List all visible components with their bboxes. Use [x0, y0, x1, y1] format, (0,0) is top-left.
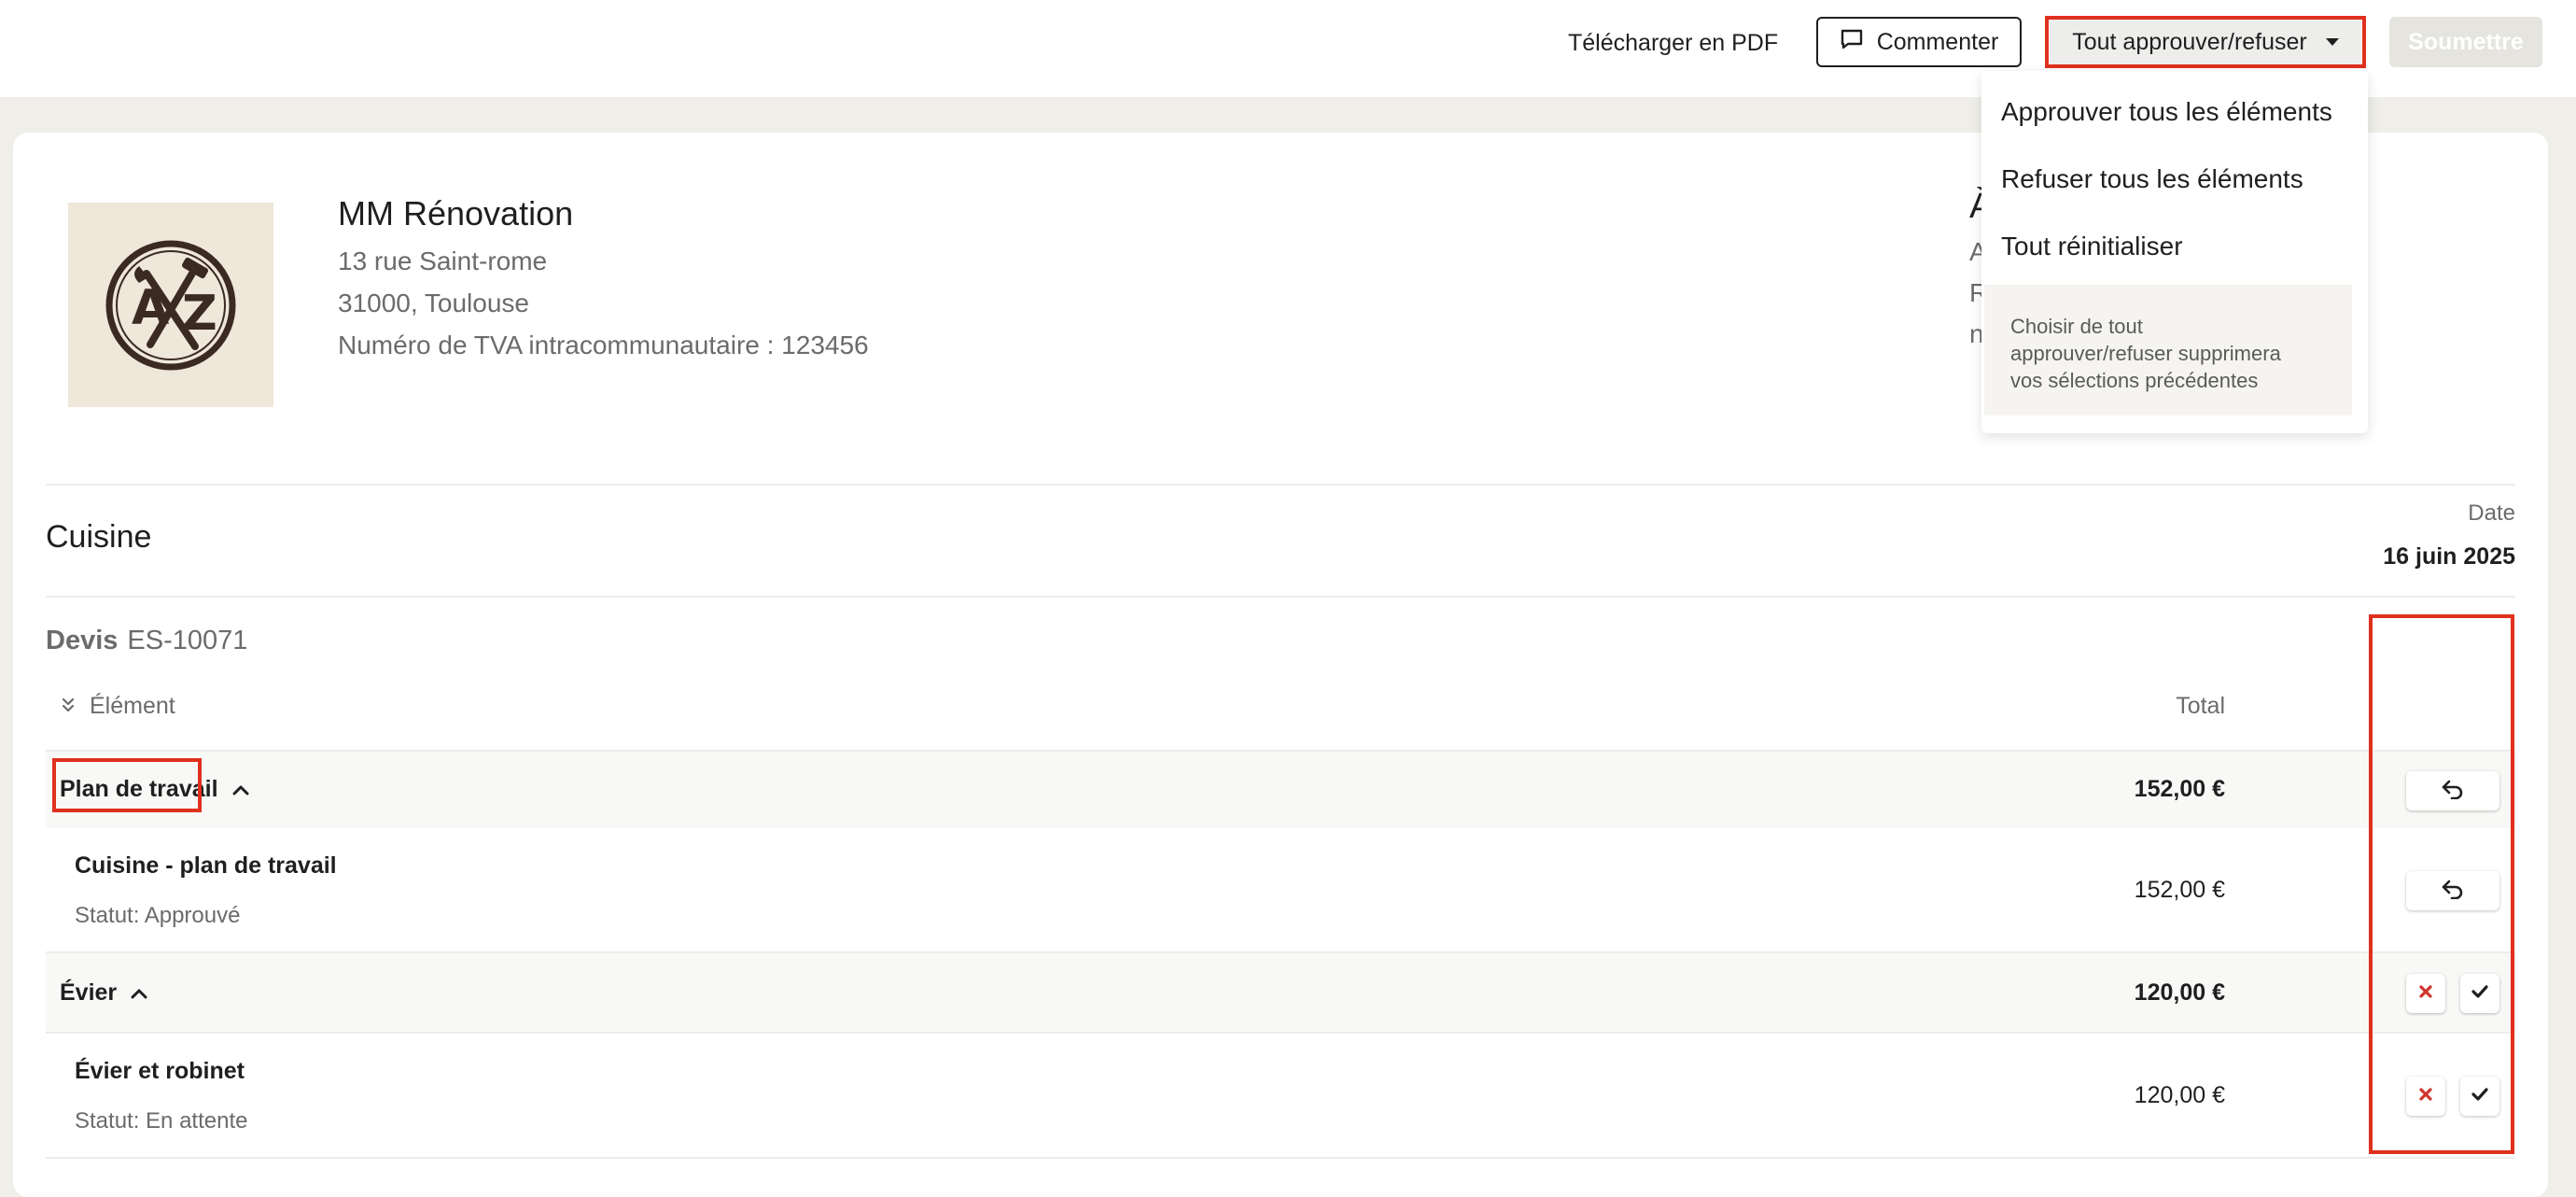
- menu-item-approve-all[interactable]: Approuver tous les éléments: [2001, 97, 2332, 127]
- group-title[interactable]: Plan de travail: [60, 776, 250, 803]
- table-row-item: Cuisine - plan de travail Statut: Approu…: [46, 828, 2515, 953]
- menu-item-reject-all[interactable]: Refuser tous les éléments: [2001, 164, 2303, 194]
- item-title: Évier et robinet: [75, 1058, 245, 1084]
- chevron-up-icon[interactable]: [231, 776, 250, 803]
- reject-x-icon: [2417, 983, 2434, 1005]
- chevron-up-icon[interactable]: [130, 979, 148, 1007]
- approve-reject-all-menu: Approuver tous les éléments Refuser tous…: [1981, 71, 2368, 433]
- column-header-element-label: Élément: [90, 693, 175, 719]
- undo-icon: [2441, 779, 2465, 804]
- approve-check-icon: [2471, 983, 2489, 1005]
- caret-down-icon: [2325, 38, 2339, 46]
- section-title: Cuisine: [46, 519, 152, 555]
- undo-button[interactable]: [2406, 871, 2499, 910]
- column-header-total: Total: [2176, 693, 2225, 719]
- table-row-item: Évier et robinet Statut: En attente 120,…: [46, 1034, 2515, 1159]
- quote-label: Devis: [46, 626, 119, 655]
- company-address-line2: 31000, Toulouse: [338, 289, 529, 317]
- reject-x-icon: [2417, 1086, 2434, 1107]
- column-header-element[interactable]: Élément: [60, 693, 175, 720]
- quote-number: Devis ES-10071: [46, 626, 247, 656]
- download-pdf-link[interactable]: Télécharger en PDF: [1568, 24, 1778, 62]
- undo-icon: [2441, 879, 2465, 904]
- row-amount: 152,00 €: [2134, 776, 2225, 802]
- row-amount: 120,00 €: [2134, 979, 2225, 1006]
- company-address-line1: 13 rue Saint-rome: [338, 246, 548, 275]
- menu-warning-line2: approuver/refuser supprimera: [2010, 342, 2281, 365]
- menu-warning-line3: vos sélections précédentes: [2010, 369, 2259, 392]
- menu-warning-line1: Choisir de tout: [2010, 315, 2143, 338]
- comment-button[interactable]: Commenter: [1816, 17, 2022, 67]
- undo-button[interactable]: [2406, 771, 2499, 810]
- group-title[interactable]: Évier: [60, 979, 148, 1007]
- date-label: Date: [2468, 500, 2515, 526]
- group-title-label: Évier: [60, 979, 118, 1006]
- approve-reject-all-label: Tout approuver/refuser: [2072, 28, 2307, 55]
- item-status: Statut: Approuvé: [75, 903, 241, 928]
- table-row-group: Évier 120,00 €: [46, 953, 2515, 1034]
- menu-warning-note: Choisir de tout approuver/refuser suppri…: [1984, 285, 2352, 415]
- approve-button[interactable]: [2460, 1077, 2499, 1116]
- row-amount: 152,00 €: [2134, 877, 2225, 903]
- row-amount: 120,00 €: [2134, 1082, 2225, 1108]
- comment-button-label: Commenter: [1876, 28, 1999, 55]
- table-row-group: Plan de travail 152,00 €: [46, 750, 2515, 828]
- expand-all-icon[interactable]: [60, 693, 77, 720]
- group-title-label: Plan de travail: [60, 776, 218, 802]
- item-title: Cuisine - plan de travail: [75, 852, 337, 879]
- company-name: MM Rénovation: [338, 194, 574, 232]
- company-vat: Numéro de TVA intracommunautaire : 12345…: [338, 331, 869, 359]
- date-value: 16 juin 2025: [2383, 543, 2515, 570]
- comment-icon: [1840, 28, 1864, 57]
- reject-button[interactable]: [2406, 974, 2445, 1013]
- approve-check-icon: [2471, 1086, 2489, 1107]
- approve-button[interactable]: [2460, 974, 2499, 1013]
- company-logo: A Z: [68, 203, 273, 407]
- reject-button[interactable]: [2406, 1077, 2445, 1116]
- approve-reject-all-button[interactable]: Tout approuver/refuser: [2050, 19, 2361, 65]
- quote-number-value: ES-10071: [127, 626, 248, 655]
- menu-item-reset-all[interactable]: Tout réinitialiser: [2001, 232, 2183, 261]
- divider: [46, 596, 2515, 598]
- divider: [46, 484, 2515, 486]
- submit-button[interactable]: Soumettre: [2389, 17, 2542, 67]
- item-status: Statut: En attente: [75, 1108, 248, 1134]
